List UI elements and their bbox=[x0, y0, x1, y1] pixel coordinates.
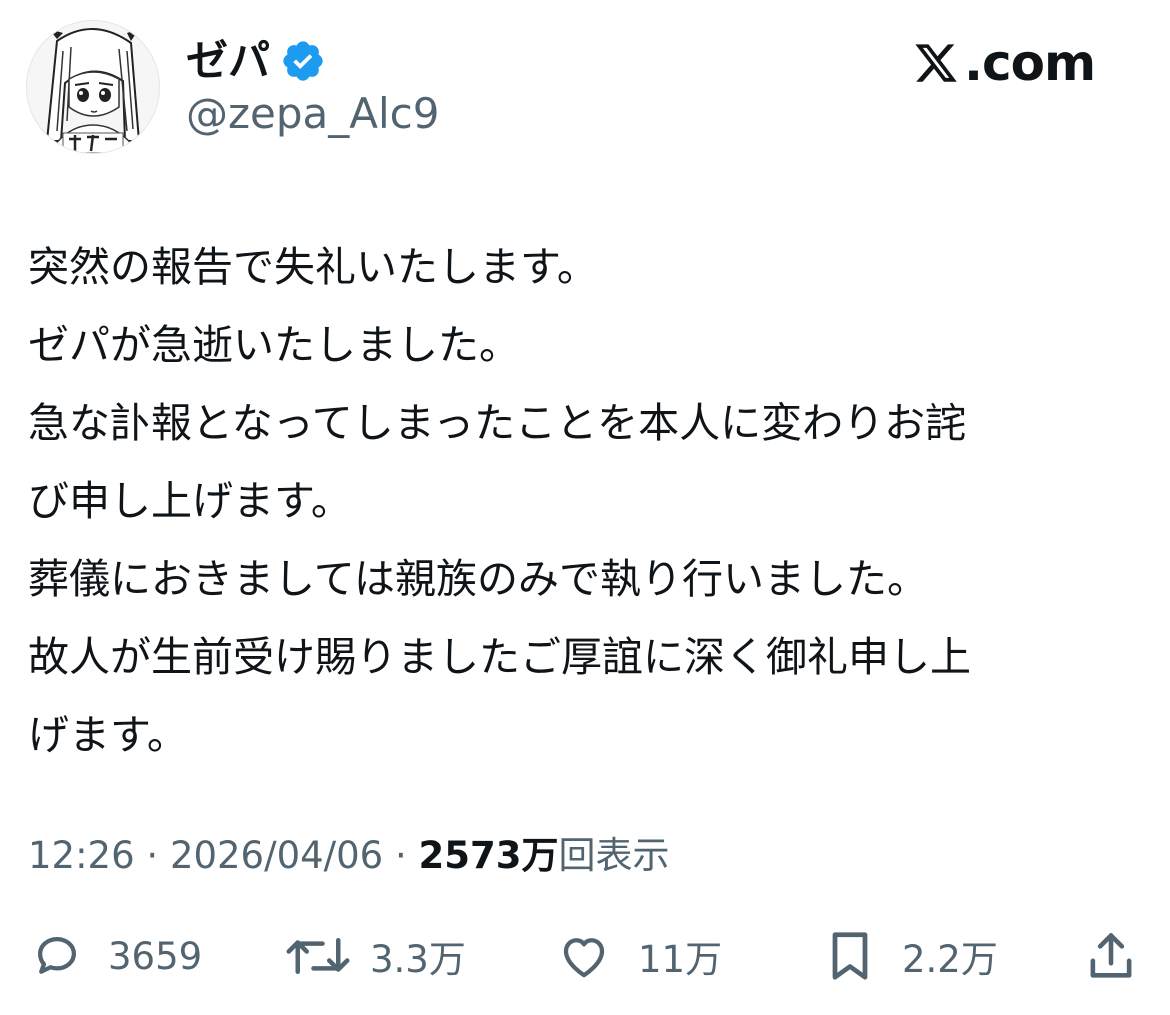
repost-count: 3.3万 bbox=[370, 938, 466, 981]
display-name[interactable]: ゼパ bbox=[186, 36, 270, 86]
heart-icon bbox=[563, 938, 605, 978]
tweet-line: 葬儀におきましては親族のみで執り行いました。 bbox=[28, 555, 928, 603]
share-icon bbox=[1090, 933, 1132, 978]
tweet-line: げます。 bbox=[28, 711, 188, 759]
reply-count: 3659 bbox=[108, 934, 203, 978]
verified-badge-icon bbox=[283, 41, 323, 81]
tweet-line: 故人が生前受け賜りましたご厚誼に深く御礼申し上 bbox=[28, 633, 971, 681]
tweet-time[interactable]: 12:26 bbox=[28, 834, 135, 877]
tweet-line: ゼパが急逝いたしました。 bbox=[28, 321, 520, 369]
views-label: 回表示 bbox=[558, 834, 670, 877]
tweet-line: 急な訃報となってしまったことを本人に変わりお詫 bbox=[28, 399, 967, 447]
meta-separator: · bbox=[146, 834, 159, 877]
repost-icon bbox=[286, 938, 350, 974]
tweet-text: 突然の報告で失礼いたします。 ゼパが急逝いたしました。 急な訃報となってしまった… bbox=[28, 228, 1148, 774]
bookmark-button[interactable]: 2.2万 bbox=[820, 928, 998, 984]
reply-button[interactable]: 3659 bbox=[28, 928, 202, 984]
meta-separator: · bbox=[394, 834, 407, 877]
brand-domain-text: .com bbox=[964, 34, 1096, 92]
user-handle[interactable]: @zepa_Alc9 bbox=[186, 88, 440, 140]
bookmark-count: 2.2万 bbox=[902, 938, 998, 981]
avatar-drawing bbox=[27, 21, 159, 153]
tweet-date[interactable]: 2026/04/06 bbox=[170, 834, 383, 877]
repost-button[interactable]: 3.3万 bbox=[282, 928, 466, 984]
like-button[interactable]: 11万 bbox=[552, 928, 722, 984]
tweet-meta: 12:26 · 2026/04/06 · 2573万回表示 bbox=[28, 832, 669, 880]
share-button[interactable] bbox=[1082, 928, 1140, 984]
tweet-line: び申し上げます。 bbox=[28, 477, 352, 525]
x-logo-icon bbox=[915, 44, 957, 82]
like-count: 11万 bbox=[638, 938, 723, 981]
x-com-branding: .com bbox=[912, 34, 1096, 92]
tweet-line: 突然の報告で失礼いたします。 bbox=[28, 243, 598, 291]
avatar[interactable] bbox=[26, 20, 160, 154]
reply-icon bbox=[37, 936, 77, 974]
views-count: 2573万 bbox=[418, 834, 559, 877]
bookmark-icon bbox=[832, 932, 868, 980]
